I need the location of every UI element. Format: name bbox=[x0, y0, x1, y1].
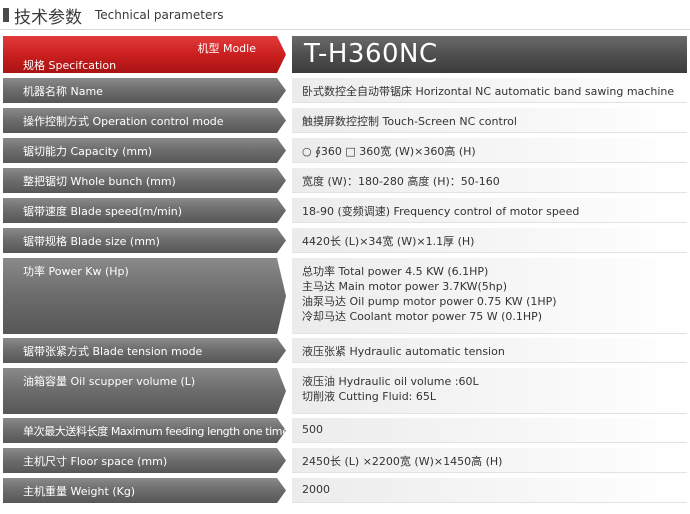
table-row: 整把锯切 Whole bunch (mm) 宽度 (W)：180-280 高度 (… bbox=[0, 168, 690, 193]
title-marker bbox=[3, 8, 9, 22]
row-label-cell: 操作控制方式 Operation control mode bbox=[3, 108, 286, 133]
row-label: 机器名称 Name bbox=[23, 85, 103, 98]
section-title-cn: 技术参数 bbox=[14, 8, 82, 28]
row-value-line: 主马达 Main motor power 3.7KW(5hp) bbox=[302, 280, 507, 293]
row-label: 整把锯切 Whole bunch (mm) bbox=[23, 175, 176, 188]
row-label: 主机尺寸 Floor space (mm) bbox=[23, 455, 168, 468]
row-value-cell: 宽度 (W)：180-280 高度 (H)：50-160 bbox=[292, 168, 687, 193]
row-label-cell: 机器名称 Name bbox=[3, 78, 286, 103]
row-value-line: 500 bbox=[302, 423, 323, 436]
table-row: 单次最大送料长度 Maximum feeding length one time… bbox=[0, 418, 690, 443]
row-label-cell: 功率 Power Kw (Hp) bbox=[3, 258, 286, 334]
row-value-cell: ○ ∮360 □ 360宽 (W)×360高 (H) bbox=[292, 138, 687, 163]
row-label-cell: 主机尺寸 Floor space (mm) bbox=[3, 448, 286, 473]
row-value-line: 切削液 Cutting Fluid: 65L bbox=[302, 390, 437, 403]
row-value-line: 液压油 Hydraulic oil volume :60L bbox=[302, 375, 479, 388]
row-value-cell: 触摸屏数控控制 Touch-Screen NC control bbox=[292, 108, 687, 133]
table-row: 操作控制方式 Operation control mode 触摸屏数控控制 Tou… bbox=[0, 108, 690, 133]
section-title-en: Technical parameters bbox=[95, 8, 224, 22]
row-label-cell: 油箱容量 Oil scupper volume (L) bbox=[3, 368, 286, 414]
table-row: 功率 Power Kw (Hp) 总功率 Total power 4.5 KW (… bbox=[0, 258, 690, 334]
row-value-line: 总功率 Total power 4.5 KW (6.1HP) bbox=[302, 265, 489, 278]
row-value-line: ○ ∮360 □ 360宽 (W)×360高 (H) bbox=[302, 145, 476, 158]
row-label-cell: 单次最大送料长度 Maximum feeding length one time… bbox=[3, 418, 286, 443]
row-value-cell: 2450长 (L) ×2200宽 (W)×1450高 (H) bbox=[292, 448, 687, 473]
row-value-line: 液压张紧 Hydraulic automatic tension bbox=[302, 345, 505, 358]
row-value-cell: 18-90 (变频调速) Frequency control of motor … bbox=[292, 198, 687, 223]
model-value: T-H360NC bbox=[304, 39, 438, 69]
row-label-cell: 锯带速度 Blade speed(m/min) bbox=[3, 198, 286, 223]
row-label: 锯带规格 Blade size (mm) bbox=[23, 235, 160, 248]
table-row: 主机重量 Weight (Kg) 2000 bbox=[0, 478, 690, 503]
row-value-cell: 2000 bbox=[292, 478, 687, 503]
row-value-cell: 500 bbox=[292, 418, 687, 443]
row-value-line: 油泵马达 Oil pump motor power 0.75 KW (1HP) bbox=[302, 295, 557, 308]
row-value-cell: 总功率 Total power 4.5 KW (6.1HP) 主马达 Main m… bbox=[292, 258, 687, 334]
row-value-cell: 4420长 (L)×34宽 (W)×1.1厚 (H) bbox=[292, 228, 687, 253]
row-label-cell: 主机重量 Weight (Kg) bbox=[3, 478, 286, 503]
header-label-cell: 机型 Modle 规格 Specifcation bbox=[3, 36, 286, 73]
section-title-bar: 技术参数 Technical parameters bbox=[0, 0, 690, 32]
model-value-cell: T-H360NC bbox=[292, 36, 687, 73]
table-row: 锯切能力 Capacity (mm) ○ ∮360 □ 360宽 (W)×360高… bbox=[0, 138, 690, 163]
row-label: 功率 Power Kw (Hp) bbox=[23, 265, 129, 278]
row-value-line: 4420长 (L)×34宽 (W)×1.1厚 (H) bbox=[302, 235, 475, 248]
row-value-line: 宽度 (W)：180-280 高度 (H)：50-160 bbox=[302, 175, 500, 188]
row-label-cell: 锯带张紧方式 Blade tension mode bbox=[3, 338, 286, 363]
table-row: 主机尺寸 Floor space (mm) 2450长 (L) ×2200宽 (W… bbox=[0, 448, 690, 473]
row-value-line: 2000 bbox=[302, 483, 330, 496]
row-label-cell: 锯带规格 Blade size (mm) bbox=[3, 228, 286, 253]
table-row: 油箱容量 Oil scupper volume (L) 液压油 Hydraulic… bbox=[0, 368, 690, 414]
row-label: 锯带张紧方式 Blade tension mode bbox=[23, 345, 203, 358]
row-value-line: 触摸屏数控控制 Touch-Screen NC control bbox=[302, 115, 517, 128]
table-row: 锯带规格 Blade size (mm) 4420长 (L)×34宽 (W)×1.… bbox=[0, 228, 690, 253]
row-value-cell: 液压油 Hydraulic oil volume :60L 切削液 Cutting… bbox=[292, 368, 687, 414]
row-label-cell: 锯切能力 Capacity (mm) bbox=[3, 138, 286, 163]
row-value-line: 18-90 (变频调速) Frequency control of motor … bbox=[302, 205, 580, 218]
row-value-line: 2450长 (L) ×2200宽 (W)×1450高 (H) bbox=[302, 455, 503, 468]
row-label: 锯带速度 Blade speed(m/min) bbox=[23, 205, 183, 218]
row-label: 主机重量 Weight (Kg) bbox=[23, 485, 136, 498]
table-header-row: 机型 Modle 规格 Specifcation T-H360NC bbox=[0, 36, 690, 73]
row-value-line: 冷却马达 Coolant motor power 75 W (0.1HP) bbox=[302, 310, 543, 323]
table-row: 锯带速度 Blade speed(m/min) 18-90 (变频调速) Freq… bbox=[0, 198, 690, 223]
row-value-cell: 卧式数控全自动带锯床 Horizontal NC automatic band … bbox=[292, 78, 687, 103]
row-label: 单次最大送料长度 Maximum feeding length one time… bbox=[23, 425, 320, 438]
row-label: 操作控制方式 Operation control mode bbox=[23, 115, 224, 128]
model-label: 机型 Modle bbox=[197, 42, 256, 55]
row-value-cell: 液压张紧 Hydraulic automatic tension bbox=[292, 338, 687, 363]
row-label: 油箱容量 Oil scupper volume (L) bbox=[23, 375, 196, 388]
row-label-cell: 整把锯切 Whole bunch (mm) bbox=[3, 168, 286, 193]
spec-label: 规格 Specifcation bbox=[23, 59, 117, 72]
row-value-line: 卧式数控全自动带锯床 Horizontal NC automatic band … bbox=[302, 85, 675, 98]
table-row: 锯带张紧方式 Blade tension mode 液压张紧 Hydraulic … bbox=[0, 338, 690, 363]
row-label: 锯切能力 Capacity (mm) bbox=[23, 145, 153, 158]
table-row: 机器名称 Name 卧式数控全自动带锯床 Horizontal NC automa… bbox=[0, 78, 690, 103]
title-divider bbox=[0, 29, 690, 30]
